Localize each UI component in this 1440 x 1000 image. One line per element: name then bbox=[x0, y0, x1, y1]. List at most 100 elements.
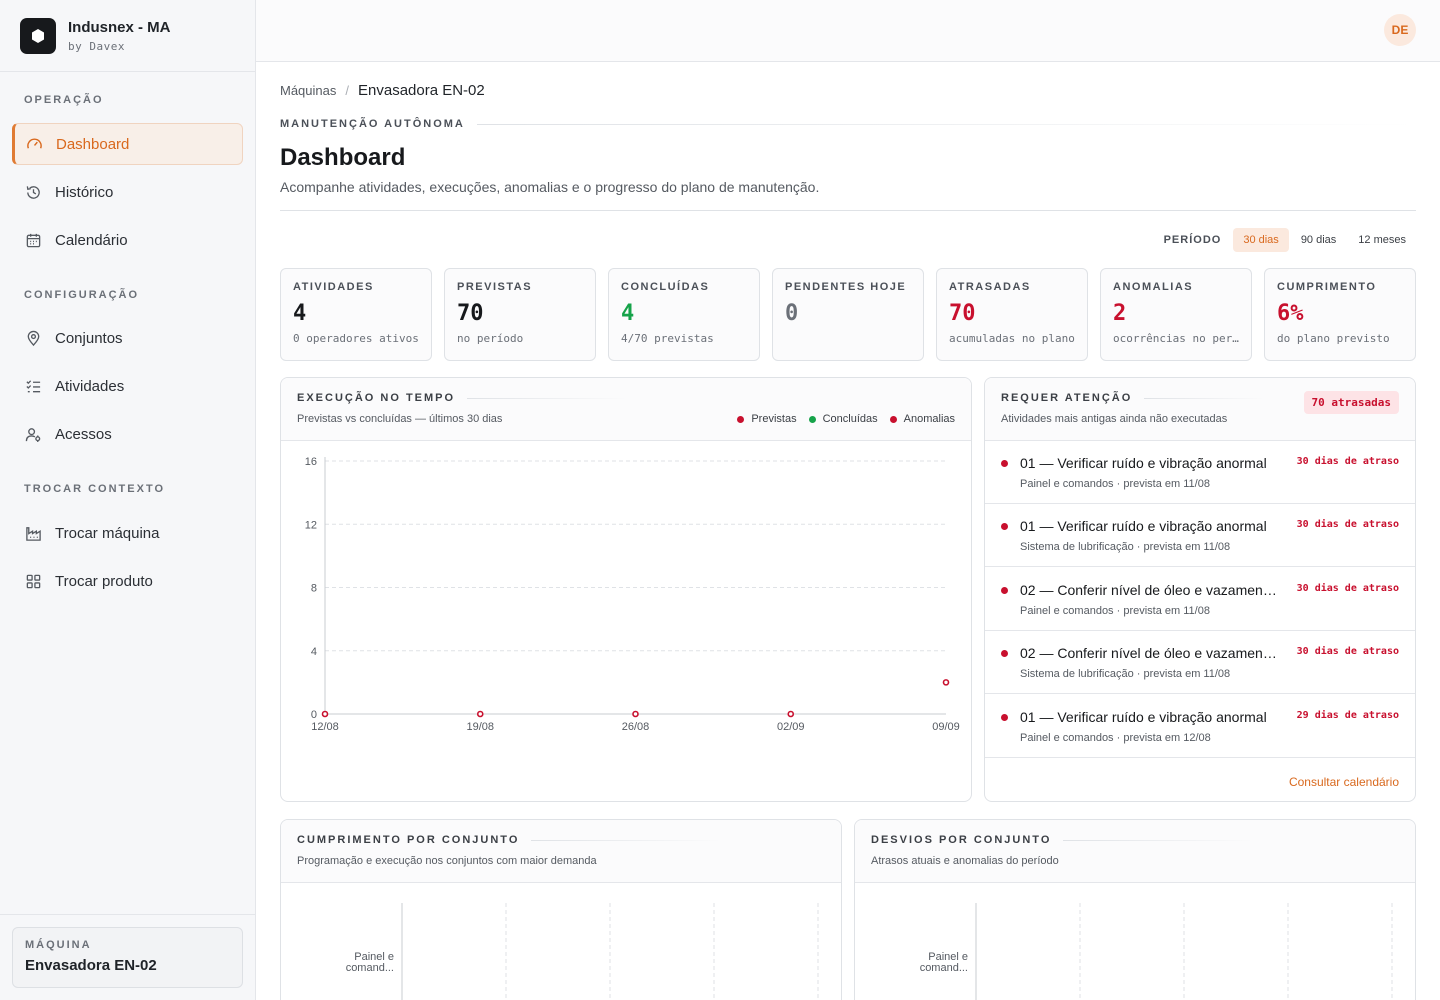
execution-panel-header: EXECUÇÃO NO TEMPO Previstas vs concluída… bbox=[281, 378, 971, 441]
legend-item-concluidas[interactable]: Concluídas bbox=[808, 413, 878, 425]
period-option-90-dias[interactable]: 90 dias bbox=[1291, 228, 1346, 252]
eyebrow-line bbox=[476, 123, 1416, 125]
kpi-card-concluidas: CONCLUÍDAS 4 4/70 previstas bbox=[608, 268, 760, 361]
kpi-label: PENDENTES HOJE bbox=[785, 281, 907, 293]
execution-chart: 0 4 8 12 16 12/08 19/08 26/08 02/09 09/09 bbox=[305, 456, 960, 733]
legend-swatch bbox=[889, 415, 897, 423]
consult-calendar-link[interactable]: Consultar calendário bbox=[1289, 775, 1399, 789]
legend-item-previstas[interactable]: Previstas bbox=[737, 413, 797, 425]
kpi-note: ocorrências no período bbox=[1113, 332, 1239, 345]
legend-label: Previstas bbox=[751, 413, 797, 425]
status-dot-icon bbox=[1001, 587, 1008, 594]
x-tick-label: 19/08 bbox=[466, 721, 494, 733]
grid-icon bbox=[24, 572, 42, 590]
sidebar-item-conjuntos[interactable]: Conjuntos bbox=[12, 317, 243, 359]
avatar[interactable]: DE bbox=[1384, 14, 1416, 46]
compliance-chart: Painel e comand... bbox=[346, 903, 819, 1000]
sidebar-divider bbox=[0, 914, 255, 915]
legend-label: Concluídas bbox=[822, 413, 878, 425]
kpi-card-previstas: PREVISTAS 70 no período bbox=[444, 268, 596, 361]
sidebar-item-dashboard[interactable]: Dashboard bbox=[12, 123, 243, 165]
execution-panel: EXECUÇÃO NO TEMPO Previstas vs concluída… bbox=[280, 377, 972, 802]
breadcrumb-separator: / bbox=[345, 83, 349, 98]
history-icon bbox=[24, 183, 42, 201]
status-dot-icon bbox=[1001, 714, 1008, 721]
attention-item[interactable]: 01 — Verificar ruído e vibração anormal … bbox=[985, 504, 1415, 567]
attention-panel-header: REQUER ATENÇÃO Atividades mais antigas a… bbox=[985, 378, 1415, 441]
y-tick-label: 12 bbox=[305, 519, 317, 531]
topbar: DE bbox=[256, 0, 1440, 62]
kpi-label: CONCLUÍDAS bbox=[621, 281, 710, 293]
y-tick-label: 4 bbox=[311, 646, 317, 658]
page-title: Dashboard bbox=[280, 144, 406, 171]
kpi-note: do plano previsto bbox=[1277, 332, 1390, 345]
kpi-note: acumuladas no plano bbox=[949, 332, 1075, 345]
attention-item-meta: Painel e comandos · prevista em 11/08 bbox=[1020, 478, 1210, 490]
sidebar-item-trocar-produto[interactable]: Trocar produto bbox=[12, 560, 243, 602]
attention-item[interactable]: 02 — Conferir nível de óleo e vazamentos… bbox=[985, 568, 1415, 631]
status-dot-icon bbox=[1001, 460, 1008, 467]
kpi-label: ATRASADAS bbox=[949, 281, 1031, 293]
checklist-icon bbox=[24, 377, 42, 395]
attention-item-meta: Painel e comandos · prevista em 12/08 bbox=[1020, 732, 1211, 744]
page-eyebrow: MANUTENÇÃO AUTÔNOMA bbox=[280, 118, 1416, 130]
attention-panel: REQUER ATENÇÃO Atividades mais antigas a… bbox=[984, 377, 1416, 802]
kpi-card-atividades: ATIVIDADES 4 0 operadores ativos bbox=[280, 268, 432, 361]
attention-item-late: 30 dias de atraso bbox=[1296, 456, 1399, 467]
overdue-badge: 70 atrasadas bbox=[1303, 391, 1399, 414]
y-tick-label: 16 bbox=[305, 456, 317, 468]
x-tick-label: 26/08 bbox=[622, 721, 650, 733]
kpi-value: 70 bbox=[457, 301, 484, 326]
legend-swatch bbox=[808, 415, 816, 423]
sidebar-item-trocar-maquina[interactable]: Trocar máquina bbox=[12, 512, 243, 554]
deviations-panel-header: DESVIOS POR CONJUNTO Atrasos atuais e an… bbox=[855, 820, 1415, 883]
deviations-title-text: DESVIOS POR CONJUNTO bbox=[871, 834, 1052, 846]
kpi-note: 4/70 previstas bbox=[621, 332, 714, 345]
kpi-card-atrasadas: ATRASADAS 70 acumuladas no plano bbox=[936, 268, 1088, 361]
y-tick-label: 0 bbox=[311, 709, 317, 721]
sidebar-item-label: Histórico bbox=[55, 183, 114, 201]
sidebar-item-historico[interactable]: Histórico bbox=[12, 171, 243, 213]
title-line bbox=[1144, 397, 1265, 399]
kpi-note: 0 operadores ativos bbox=[293, 332, 419, 345]
data-point bbox=[321, 710, 329, 718]
attention-item-late: 30 dias de atraso bbox=[1296, 519, 1399, 530]
attention-panel-subtitle: Atividades mais antigas ainda não execut… bbox=[1001, 413, 1228, 425]
kpi-label: CUMPRIMENTO bbox=[1277, 281, 1377, 293]
attention-item[interactable]: 02 — Conferir nível de óleo e vazamentos… bbox=[985, 631, 1415, 694]
period-option-30-dias[interactable]: 30 dias bbox=[1233, 228, 1289, 252]
execution-title-text: EXECUÇÃO NO TEMPO bbox=[297, 392, 456, 404]
sidebar: Indusnex - MA by Davex OPERAÇÃO Dashboar… bbox=[0, 0, 256, 1000]
sidebar-item-acessos[interactable]: Acessos bbox=[12, 413, 243, 455]
machine-name: Envasadora EN-02 bbox=[25, 957, 157, 974]
brand[interactable]: Indusnex - MA by Davex bbox=[0, 0, 255, 72]
period-label: PERÍODO bbox=[1163, 234, 1222, 246]
attention-item[interactable]: 01 — Verificar ruído e vibração anormal … bbox=[985, 441, 1415, 504]
sidebar-item-calendario[interactable]: Calendário bbox=[12, 219, 243, 261]
attention-item[interactable]: 01 — Verificar ruído e vibração anormal … bbox=[985, 695, 1415, 758]
sidebar-item-label: Dashboard bbox=[56, 135, 130, 153]
sidebar-item-label: Trocar máquina bbox=[55, 524, 160, 542]
data-point bbox=[942, 679, 950, 686]
machine-context-box[interactable]: MÁQUINA Envasadora EN-02 bbox=[12, 927, 243, 988]
compliance-panel-title: CUMPRIMENTO POR CONJUNTO bbox=[297, 834, 825, 846]
compliance-panel-subtitle: Programação e execução nos conjuntos com… bbox=[297, 855, 597, 867]
breadcrumb: Máquinas / Envasadora EN-02 bbox=[280, 82, 485, 99]
kpi-label: ANOMALIAS bbox=[1113, 281, 1194, 293]
deviations-panel-subtitle: Atrasos atuais e anomalias do período bbox=[871, 855, 1059, 867]
sidebar-item-atividades[interactable]: Atividades bbox=[12, 365, 243, 407]
period-option-12-meses[interactable]: 12 meses bbox=[1348, 228, 1416, 252]
deviations-panel: DESVIOS POR CONJUNTO Atrasos atuais e an… bbox=[854, 819, 1416, 1000]
attention-item-meta: Painel e comandos · prevista em 11/08 bbox=[1020, 605, 1210, 617]
execution-panel-title: EXECUÇÃO NO TEMPO bbox=[297, 392, 955, 404]
brand-logo-icon bbox=[20, 17, 56, 54]
page-eyebrow-text: MANUTENÇÃO AUTÔNOMA bbox=[280, 118, 465, 130]
breadcrumb-current: Envasadora EN-02 bbox=[358, 82, 485, 99]
kpi-card-pendentes-hoje: PENDENTES HOJE 0 bbox=[772, 268, 924, 361]
kpi-value: 4 bbox=[293, 301, 307, 326]
legend-item-anomalias[interactable]: Anomalias bbox=[889, 413, 955, 425]
chart-legend: Previstas Concluídas Anomalias bbox=[725, 413, 955, 425]
attention-item-meta: Sistema de lubrificação · prevista em 11… bbox=[1020, 668, 1231, 680]
breadcrumb-parent[interactable]: Máquinas bbox=[280, 83, 336, 98]
kpi-cards: ATIVIDADES 4 0 operadores ativos PREVIST… bbox=[280, 268, 1416, 361]
